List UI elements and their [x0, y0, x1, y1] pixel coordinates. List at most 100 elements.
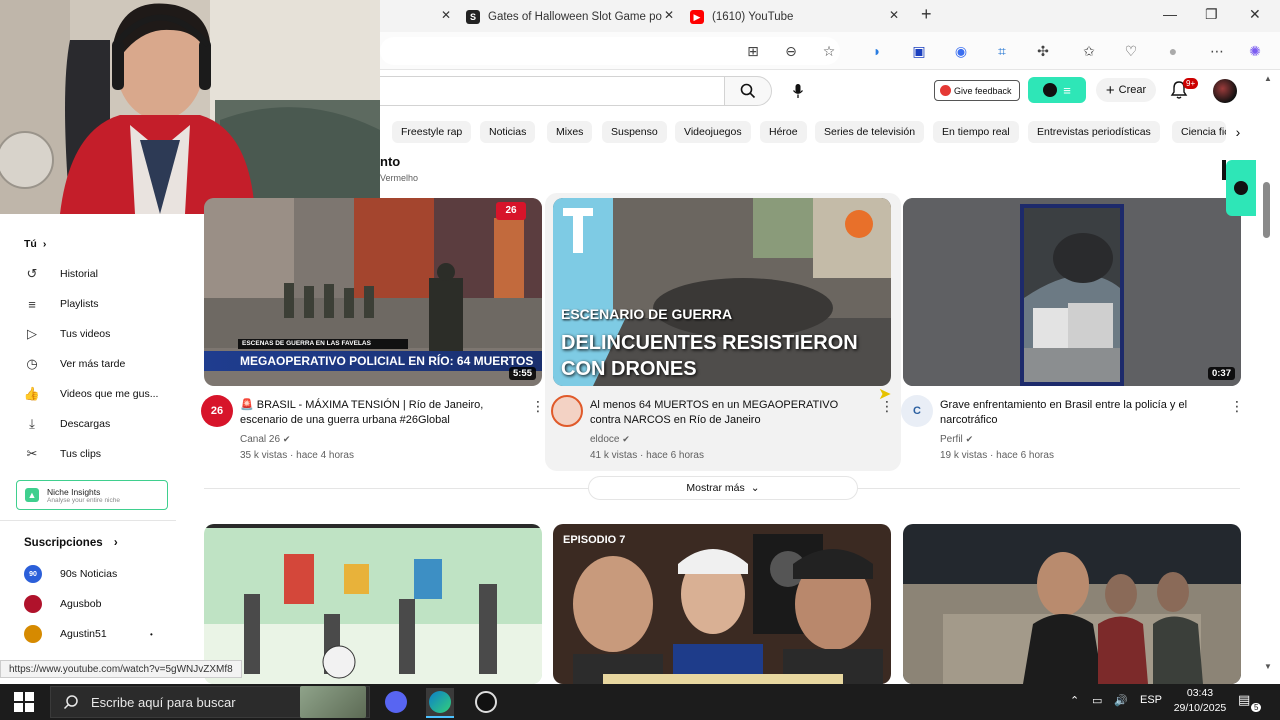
video-title-line: Grave enfrentamiento en Brasil entre la … [940, 399, 1188, 411]
screenshot-icon[interactable]: ⌗ [993, 42, 1011, 60]
side-extension-tab[interactable] [1226, 160, 1256, 216]
create-button[interactable]: + Crear [1096, 78, 1156, 102]
tab-close-button[interactable]: ✕ [441, 8, 451, 22]
video-thumbnail[interactable]: ESCENAS DE GUERRA EN LAS FAVELAS MEGAOPE… [204, 198, 542, 386]
favorite-star-icon[interactable]: ☆ [820, 42, 838, 60]
video-thumbnail[interactable] [903, 524, 1241, 684]
voice-search-button[interactable] [782, 76, 814, 106]
episode-label: EPISODIO 7 [563, 534, 626, 546]
search-input[interactable] [380, 76, 724, 106]
more-actions-icon[interactable]: ⋮ [531, 398, 545, 415]
sidebar-item-videos-que-me-gus[interactable]: 👍 Videos que me gus... [24, 384, 159, 404]
video-thumbnail[interactable]: EPISODIO 7 [553, 524, 891, 684]
sidebar-item-ver-m-s-tarde[interactable]: ◷ Ver más tarde [24, 354, 125, 374]
video-title[interactable]: 🚨 BRASIL - MÁXIMA TENSIÓN | Río de Janei… [240, 398, 522, 428]
zoom-icon[interactable]: ⊖ [782, 42, 800, 60]
filter-chip[interactable]: Suspenso [602, 121, 667, 143]
video-thumbnail[interactable] [204, 524, 542, 684]
thumbnail-headline-2: CON DRONES [561, 358, 697, 380]
filter-chip[interactable]: Videojuegos [675, 121, 751, 143]
copilot-icon[interactable]: ✺ [1246, 42, 1264, 60]
sidebar-you[interactable]: Tú › [24, 234, 46, 254]
network-icon[interactable]: ▭ [1092, 694, 1102, 707]
niche-insights-button[interactable]: ▲ Niche Insights Analyse your entire nic… [16, 480, 168, 510]
channel-avatar[interactable] [551, 395, 583, 427]
discord-icon [385, 691, 407, 713]
channel-name[interactable]: Perfil ✔ [940, 432, 973, 447]
new-tab-button[interactable]: + [921, 4, 932, 25]
video-meta: 19 k vistas · hace 6 horas [940, 450, 1054, 461]
sidebar-item-label: Playlists [60, 298, 99, 310]
filter-chip[interactable]: Entrevistas periodísticas [1028, 121, 1160, 143]
close-window-button[interactable]: ✕ [1249, 6, 1261, 23]
extensions-puzzle-icon[interactable]: ✣ [1034, 42, 1052, 60]
notification-center-icon[interactable]: ▤ [1238, 692, 1250, 708]
subscription-item[interactable]: 90 90s Noticias [24, 564, 117, 584]
video-title[interactable]: Al menos 64 MUERTOS en un MEGAOPERATIVO … [590, 398, 872, 428]
sidebar-item-label: Tus clips [60, 448, 102, 460]
video-title[interactable]: Grave enfrentamiento en Brasil entre la … [940, 398, 1222, 428]
minimize-button[interactable]: — [1163, 6, 1177, 22]
filter-chip[interactable]: Mixes [547, 121, 593, 143]
sidebar-item-tus-videos[interactable]: ▷ Tus videos [24, 324, 110, 344]
sidebar-item-tus-clips[interactable]: ✂ Tus clips [24, 444, 102, 464]
scrollbar[interactable] [1262, 70, 1272, 684]
copilot-extension-icon[interactable]: ◉ [952, 42, 970, 60]
channel-name[interactable]: Canal 26 ✔ [240, 432, 290, 447]
favorites-icon[interactable]: ✩ [1080, 42, 1098, 60]
video-thumbnail[interactable]: 0:37 [903, 198, 1241, 386]
channel-name-text: Canal 26 [240, 434, 281, 445]
tray-chevron-up-icon[interactable]: ⌃ [1070, 694, 1079, 707]
filter-chip[interactable]: Noticias [480, 121, 536, 143]
volume-icon[interactable]: 🔊 [1114, 694, 1128, 707]
apps-icon[interactable]: ⊞ [744, 42, 762, 60]
filter-chip[interactable]: Héroe [760, 121, 807, 143]
taskbar-app-obs[interactable] [472, 688, 500, 716]
show-more-button[interactable]: Mostrar más ⌄ [588, 476, 858, 500]
language-indicator[interactable]: ESP [1140, 694, 1162, 706]
tab-close-button[interactable]: ✕ [889, 8, 899, 22]
more-menu-icon[interactable]: ⋯ [1208, 42, 1226, 60]
account-avatar[interactable] [1213, 79, 1237, 103]
read-aloud-icon[interactable]: ◗ [868, 42, 886, 60]
scrollbar-thumb[interactable] [1263, 182, 1270, 238]
subscription-avatar: 90 [24, 565, 42, 583]
taskbar-app-edge[interactable] [426, 688, 454, 716]
streamer-webcam-image [0, 0, 380, 214]
extension-icon[interactable]: ▣ [910, 42, 928, 60]
sidebar-item-descargas[interactable]: ⤓ Descargas [24, 414, 110, 434]
taskbar-app-discord[interactable] [382, 688, 410, 716]
url-field[interactable] [380, 37, 840, 65]
chevron-down-icon: ⌄ [750, 482, 760, 494]
filter-chip[interactable]: Series de televisión [815, 121, 925, 143]
filter-chip[interactable]: Freestyle rap [392, 121, 472, 143]
search-button[interactable] [724, 76, 772, 106]
extension-menu-button[interactable]: ≡ [1028, 77, 1086, 103]
filter-chip[interactable]: Ciencia fic [1172, 121, 1226, 143]
subscription-item[interactable]: Agustin51 [24, 624, 107, 644]
tab-slot-game[interactable]: S Gates of Halloween Slot Game po [466, 4, 662, 30]
verified-icon: ✔ [282, 434, 291, 444]
taskbar-clock[interactable]: 03:43 29/10/2025 [1172, 686, 1228, 716]
plus-icon: + [1105, 81, 1115, 99]
subscriptions-header[interactable]: Suscripciones › [24, 537, 118, 549]
scroll-up-arrow[interactable]: ▲ [1264, 74, 1272, 83]
windows-start-button[interactable] [14, 692, 34, 717]
profile-icon[interactable]: ● [1164, 42, 1182, 60]
video-thumbnail[interactable]: ESCENARIO DE GUERRA DELINCUENTES RESISTI… [553, 198, 891, 386]
scroll-down-arrow[interactable]: ▼ [1264, 662, 1272, 671]
filter-chip[interactable]: En tiempo real [933, 121, 1019, 143]
sidebar-item-playlists[interactable]: ≡ Playlists [24, 294, 99, 314]
give-feedback-button[interactable]: Give feedback [934, 80, 1020, 101]
tab-youtube[interactable]: ▶ (1610) YouTube [690, 4, 793, 30]
channel-avatar[interactable]: 26 [201, 395, 233, 427]
sidebar-item-historial[interactable]: ↺ Historial [24, 264, 98, 284]
chevron-right-icon[interactable]: › [1228, 121, 1248, 143]
subscription-item[interactable]: Agusbob [24, 594, 101, 614]
channel-avatar[interactable]: C [901, 395, 933, 427]
channel-name[interactable]: eldoce ✔ [590, 432, 630, 447]
restore-button[interactable]: ❐ [1205, 6, 1218, 23]
tab-close-button[interactable]: ✕ [664, 8, 674, 22]
more-actions-icon[interactable]: ⋮ [1230, 398, 1244, 415]
browser-essentials-icon[interactable]: ♡ [1122, 42, 1140, 60]
